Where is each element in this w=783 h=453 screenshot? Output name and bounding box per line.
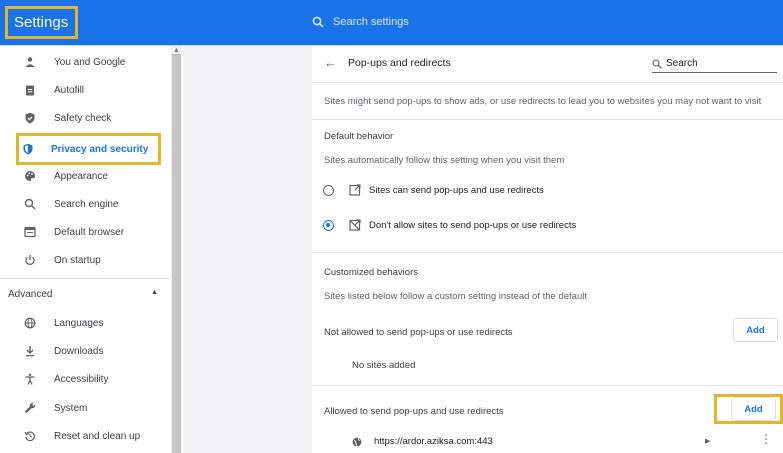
not-allowed-label: Not allowed to send pop-ups or use redir… bbox=[324, 327, 513, 338]
sidebar-scrollbar-thumb[interactable] bbox=[172, 54, 181, 453]
shield-check-icon bbox=[14, 112, 46, 124]
more-actions-icon[interactable]: ⋮ bbox=[760, 433, 772, 445]
open-in-new-icon bbox=[349, 184, 361, 196]
site-url: https://ardor.aziksa.com:443 bbox=[374, 436, 493, 447]
clipboard-icon bbox=[14, 84, 46, 96]
popup-blocked-icon bbox=[349, 219, 361, 231]
sidebar-item-default-browser[interactable]: Default browser bbox=[0, 218, 170, 246]
radio-option-block[interactable]: Don't allow sites to send pop-ups or use… bbox=[323, 219, 576, 231]
page-search-input[interactable]: Search bbox=[652, 55, 777, 73]
wrench-icon bbox=[14, 402, 46, 414]
power-icon bbox=[14, 254, 46, 266]
download-icon bbox=[14, 345, 46, 357]
search-icon bbox=[312, 16, 324, 28]
customized-behaviors-heading: Customized behaviors bbox=[324, 267, 418, 278]
advanced-label: Advanced bbox=[8, 289, 53, 300]
sidebar-item-search-engine[interactable]: Search engine bbox=[0, 190, 170, 218]
sidebar-item-autofill[interactable]: Autofill bbox=[0, 76, 170, 104]
radio-option-label: Don't allow sites to send pop-ups or use… bbox=[369, 219, 577, 231]
top-bar: Settings Search settings bbox=[0, 0, 783, 46]
search-icon bbox=[652, 58, 662, 69]
settings-card bbox=[312, 46, 783, 453]
add-allowed-button[interactable]: Add bbox=[731, 397, 776, 421]
sidebar-item-label: On startup bbox=[54, 254, 101, 266]
sidebar-item-downloads[interactable]: Downloads bbox=[0, 337, 170, 365]
sidebar-item-accessibility[interactable]: Accessibility bbox=[0, 365, 170, 393]
radio-button-allow[interactable] bbox=[323, 184, 334, 196]
palette-icon bbox=[14, 170, 46, 182]
chevron-up-icon: ▲ bbox=[151, 289, 158, 296]
person-icon bbox=[14, 56, 46, 68]
sidebar-item-on-startup[interactable]: On startup bbox=[0, 246, 170, 274]
sidebar-item-label: Accessibility bbox=[54, 373, 109, 385]
sidebar-item-privacy-and-security[interactable]: Privacy and security bbox=[16, 133, 161, 165]
sidebar-item-you-and-google[interactable]: You and Google bbox=[0, 48, 170, 76]
sidebar-item-languages[interactable]: Languages bbox=[0, 309, 170, 337]
page-search-placeholder: Search bbox=[666, 58, 698, 69]
sidebar-item-reset-and-clean-up[interactable]: Reset and clean up bbox=[0, 422, 170, 450]
customized-behaviors-subtitle: Sites listed below follow a custom setti… bbox=[324, 291, 587, 302]
sidebar-item-system[interactable]: System bbox=[0, 394, 170, 422]
expand-arrow-icon[interactable]: ▶ bbox=[705, 437, 710, 445]
allowed-site-row[interactable]: https://ardor.aziksa.com:443 bbox=[352, 436, 493, 447]
sidebar-item-safety-check[interactable]: Safety check bbox=[0, 104, 170, 132]
sidebar-item-label: Default browser bbox=[54, 226, 125, 238]
globe-icon bbox=[352, 437, 362, 446]
sidebar-item-label: Languages bbox=[54, 317, 104, 329]
globe-icon bbox=[14, 317, 46, 329]
sidebar-item-label: Reset and clean up bbox=[54, 430, 141, 442]
sidebar-item-label: Privacy and security bbox=[51, 143, 149, 155]
radio-button-block[interactable] bbox=[323, 219, 334, 231]
shield-icon bbox=[16, 143, 40, 155]
divider bbox=[312, 252, 783, 253]
sidebar-item-label: Downloads bbox=[54, 345, 104, 357]
sidebar-item-appearance[interactable]: Appearance bbox=[0, 162, 170, 190]
sidebar-item-label: System bbox=[54, 402, 88, 414]
radio-option-label: Sites can send pop-ups and use redirects bbox=[369, 184, 544, 196]
page-title: Pop-ups and redirects bbox=[348, 57, 451, 69]
no-sites-added-text: No sites added bbox=[352, 360, 416, 371]
divider bbox=[312, 385, 783, 386]
sidebar-advanced-toggle[interactable]: Advanced ▲ bbox=[8, 289, 158, 300]
sidebar-item-label: You and Google bbox=[54, 56, 126, 68]
search-settings-placeholder: Search settings bbox=[333, 16, 409, 28]
divider bbox=[312, 119, 783, 120]
search-settings-field[interactable]: Search settings bbox=[312, 10, 409, 34]
scroll-up-arrow-icon[interactable]: ▲ bbox=[173, 47, 180, 54]
sidebar-divider bbox=[0, 278, 170, 279]
sidebar-item-label: Autofill bbox=[54, 84, 85, 96]
settings-title-text: Settings bbox=[14, 14, 69, 31]
settings-title: Settings bbox=[5, 6, 78, 39]
radio-option-allow[interactable]: Sites can send pop-ups and use redirects bbox=[323, 184, 544, 196]
add-not-allowed-button[interactable]: Add bbox=[733, 318, 778, 342]
sidebar-item-label: Safety check bbox=[54, 112, 112, 124]
browser-icon bbox=[14, 226, 46, 238]
allowed-label: Allowed to send pop-ups and use redirect… bbox=[324, 406, 504, 417]
divider bbox=[312, 82, 783, 83]
reset-icon bbox=[14, 430, 46, 442]
back-arrow-icon[interactable]: ← bbox=[324, 55, 337, 70]
default-behavior-heading: Default behavior bbox=[324, 131, 394, 142]
sidebar-item-label: Search engine bbox=[54, 198, 119, 210]
search-icon bbox=[14, 198, 46, 210]
page-description: Sites might send pop-ups to show ads, or… bbox=[324, 96, 762, 107]
sidebar-item-label: Appearance bbox=[54, 170, 108, 182]
default-behavior-subtitle: Sites automatically follow this setting … bbox=[324, 155, 565, 166]
accessibility-icon bbox=[14, 373, 46, 385]
